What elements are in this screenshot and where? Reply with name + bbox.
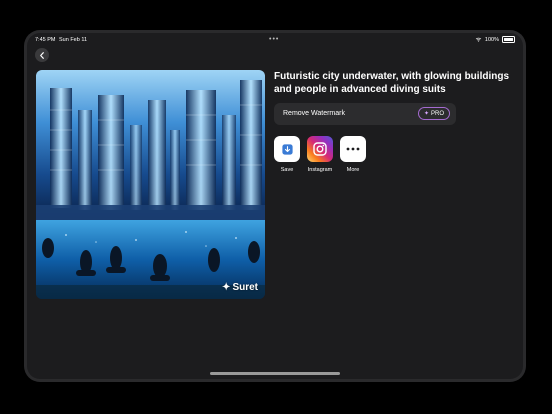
remove-watermark-button[interactable]: Remove Watermark ✦ PRO	[274, 103, 456, 125]
remove-watermark-label: Remove Watermark	[283, 110, 345, 117]
more-label: More	[346, 167, 360, 173]
pro-label: PRO	[430, 110, 444, 117]
status-time: 7:45 PM	[35, 37, 56, 43]
watermark-text: Suret	[232, 282, 258, 293]
instagram-icon	[307, 136, 333, 162]
share-actions: Save Instagram More	[274, 136, 366, 173]
instagram-button[interactable]: Instagram	[307, 136, 333, 173]
pro-badge: ✦ PRO	[417, 107, 450, 120]
sparkle-icon: ✦	[222, 282, 231, 293]
wifi-icon	[475, 37, 482, 42]
save-button[interactable]: Save	[274, 136, 300, 173]
battery-percent: 100%	[484, 36, 499, 43]
generated-image[interactable]: ✦ Suret	[36, 70, 265, 299]
multitasking-dots-icon[interactable]: •••	[269, 36, 279, 43]
save-icon	[274, 136, 300, 162]
prompt-text: Futuristic city underwater, with glowing…	[274, 71, 510, 95]
sparkle-icon: ✦	[423, 111, 429, 117]
back-button[interactable]	[35, 48, 49, 62]
image-watermark: ✦ Suret	[222, 282, 258, 293]
instagram-label: Instagram	[307, 167, 333, 173]
status-bar: 7:45 PM Sun Feb 11 ••• 100%	[27, 33, 523, 47]
status-date: Sun Feb 11	[59, 37, 88, 43]
chevron-left-icon	[40, 51, 44, 59]
more-icon	[340, 136, 366, 162]
more-button[interactable]: More	[340, 136, 366, 173]
home-indicator[interactable]	[210, 372, 340, 375]
battery-icon	[502, 36, 515, 43]
save-label: Save	[280, 167, 294, 173]
app-screen: 7:45 PM Sun Feb 11 ••• 100% ✦ Suret Futu…	[27, 33, 523, 379]
